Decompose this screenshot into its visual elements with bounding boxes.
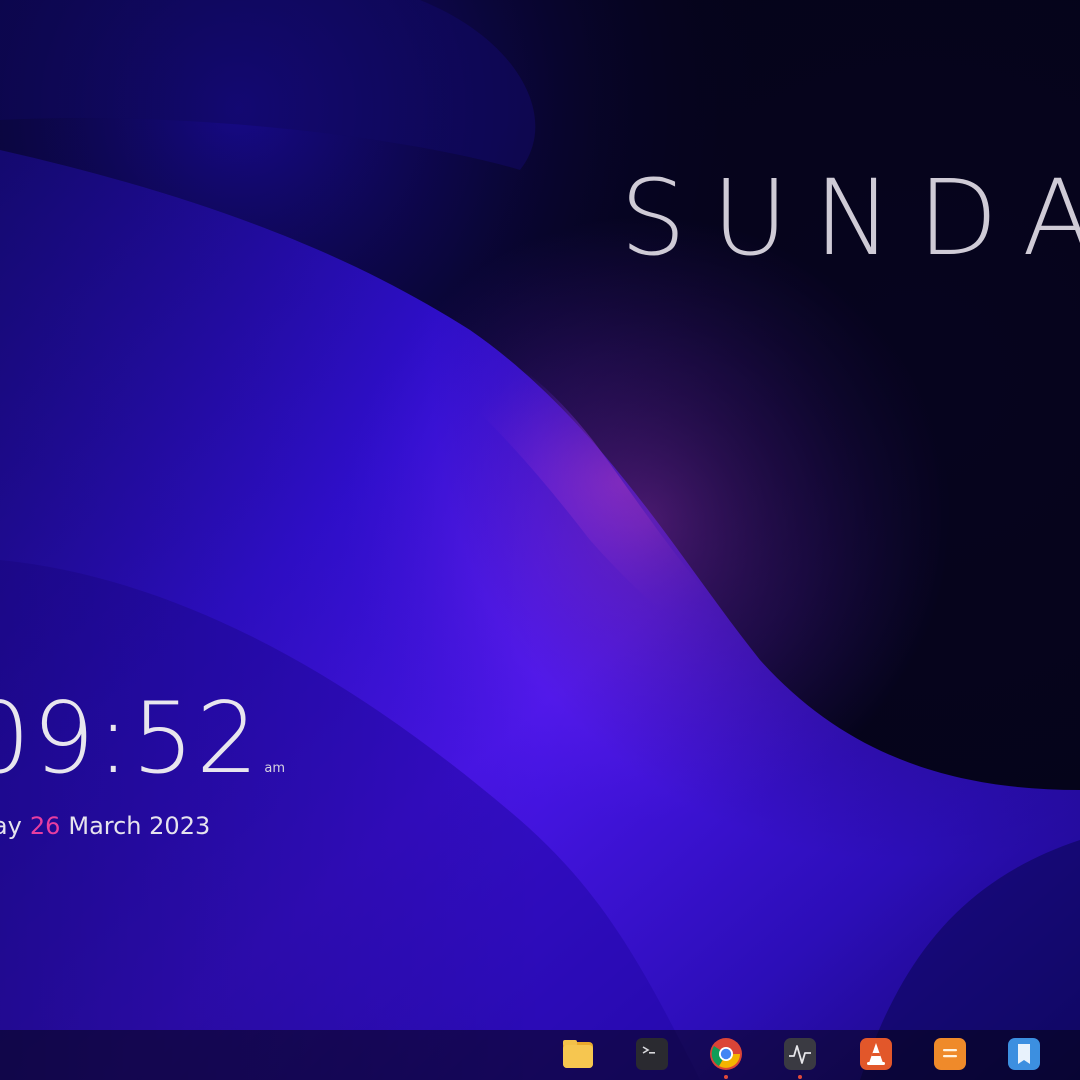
activity-running-indicator — [798, 1075, 802, 1079]
pulse-icon — [784, 1038, 816, 1070]
traffic-cone-icon — [860, 1038, 892, 1070]
dock — [0, 1030, 1080, 1080]
chrome-running-indicator — [724, 1075, 728, 1079]
dock-vlc-launcher[interactable] — [858, 1036, 894, 1072]
date-day: 26 — [29, 812, 61, 840]
desktop: SUNDAY 09:52am Sunday 26March 2023 — [0, 0, 1080, 1080]
date-month-year: March 2023 — [68, 812, 211, 840]
dock-chrome-launcher[interactable] — [708, 1036, 744, 1072]
dock-notes-launcher[interactable] — [932, 1036, 968, 1072]
weekday-widget: SUNDAY — [620, 157, 1080, 279]
folder-icon — [563, 1040, 593, 1068]
book-icon — [1008, 1038, 1040, 1070]
terminal-icon — [636, 1038, 668, 1070]
clock-ampm: am — [264, 761, 286, 776]
notes-icon — [934, 1038, 966, 1070]
dock-terminal-launcher[interactable] — [634, 1036, 670, 1072]
date-weekday: Sunday — [0, 812, 22, 840]
chrome-icon — [710, 1038, 742, 1070]
clock-widget: 09:52am — [0, 690, 285, 788]
clock-time: 09:52 — [0, 682, 261, 796]
dock-activity-launcher[interactable] — [782, 1036, 818, 1072]
dock-reader-launcher[interactable] — [1006, 1036, 1042, 1072]
dock-files-launcher[interactable] — [560, 1036, 596, 1072]
date-widget: Sunday 26March 2023 — [0, 812, 218, 840]
